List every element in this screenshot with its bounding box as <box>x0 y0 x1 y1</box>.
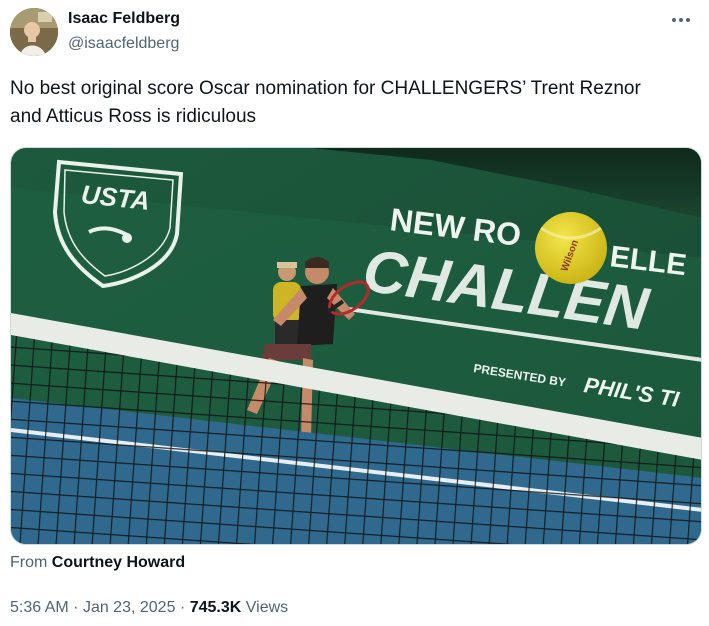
tweet-time[interactable]: 5:36 AM <box>10 599 69 616</box>
tweet-text: No best original score Oscar nomination … <box>10 78 641 127</box>
tweet-date[interactable]: Jan 23, 2025 <box>83 599 176 616</box>
tweet: Isaac Feldberg @isaacfeldberg No best or… <box>0 0 709 626</box>
attribution-source-link[interactable]: Courtney Howard <box>52 554 185 571</box>
tennis-ball: Wilson <box>535 212 607 284</box>
tweet-media-video[interactable]: USTA NEW RO ELLE CHALLEN PRESENTED BY PH… <box>10 147 702 545</box>
views-count: 745.3K <box>189 599 242 616</box>
meta-separator: · <box>179 599 186 616</box>
meta-separator: · <box>73 599 79 616</box>
attribution-prefix: From <box>10 554 48 571</box>
profile-photo <box>10 8 58 56</box>
tennis-scene-image: USTA NEW RO ELLE CHALLEN PRESENTED BY PH… <box>11 148 701 544</box>
author-handle[interactable]: @isaacfeldberg <box>68 35 179 53</box>
tweet-meta: 5:36 AM · Jan 23, 2025 · 745.3K Views <box>10 599 288 617</box>
views-label: Views <box>245 599 289 616</box>
media-attribution: From Courtney Howard <box>10 554 185 572</box>
author-avatar[interactable] <box>10 8 58 56</box>
more-horizontal-icon <box>672 18 690 22</box>
author-display-name[interactable]: Isaac Feldberg <box>68 10 180 28</box>
more-options-button[interactable] <box>667 8 695 32</box>
